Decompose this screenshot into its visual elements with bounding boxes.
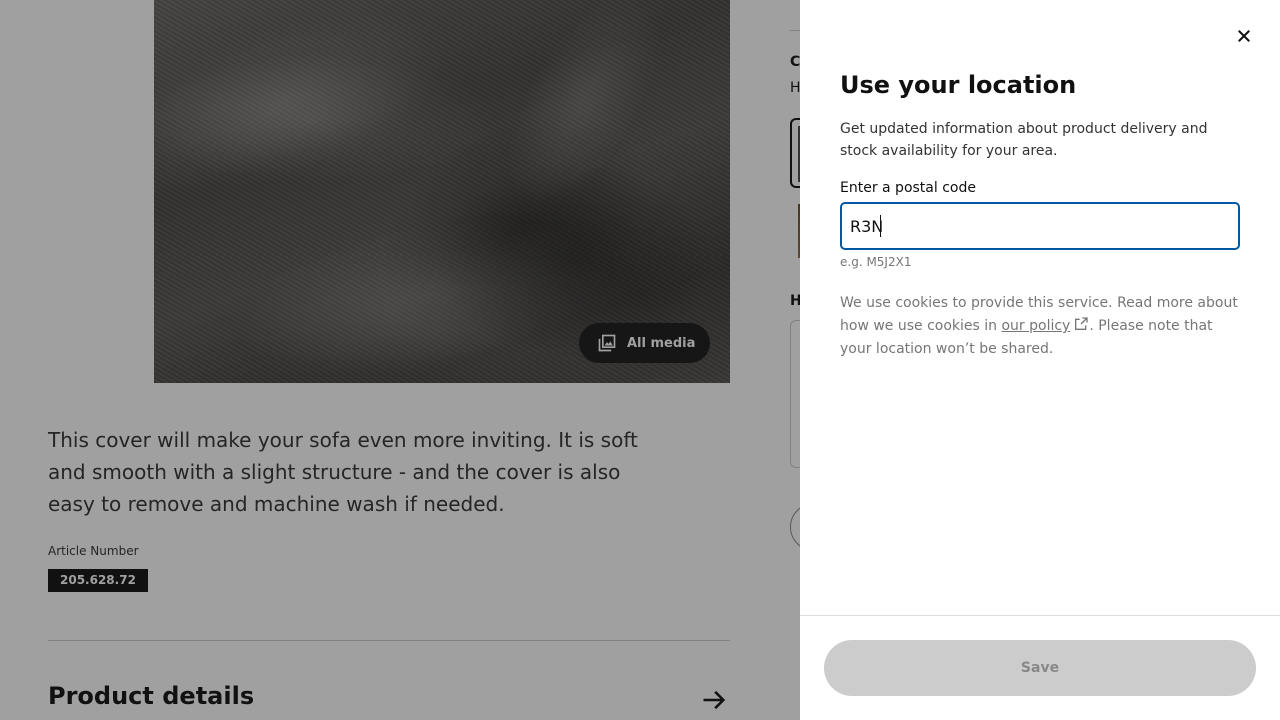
policy-link[interactable]: our policy [1001, 318, 1070, 334]
postal-code-label: Enter a postal code [840, 180, 976, 196]
postal-code-input[interactable] [840, 202, 1240, 250]
modal-footer-divider [800, 615, 1280, 616]
modal-description: Get updated information about product de… [840, 121, 1208, 159]
text-caret [880, 215, 881, 237]
postal-code-hint: e.g. M5J2X1 [840, 255, 912, 269]
close-button[interactable] [1226, 18, 1262, 54]
save-button[interactable]: Save [824, 640, 1256, 696]
modal-title: Use your location [840, 71, 1077, 99]
close-icon [1238, 30, 1250, 42]
external-link-icon [1075, 317, 1089, 330]
cookie-notice: We use cookies to provide this service. … [840, 292, 1240, 361]
